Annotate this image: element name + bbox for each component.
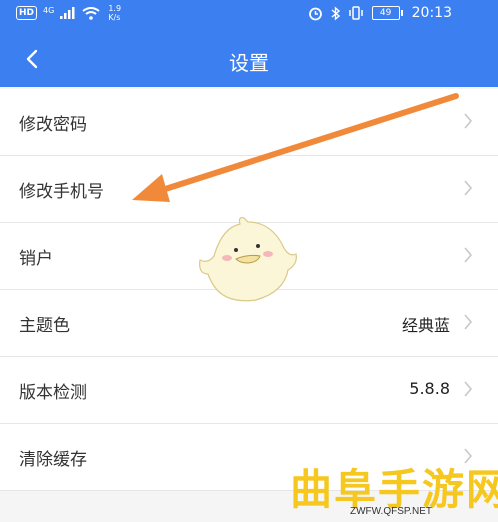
chevron-right-icon [464,113,473,129]
vibrate-icon [348,6,363,20]
status-bar: HD 4G 1.9 K/s 49 20:13 [0,0,498,31]
nav-bar: 设置 [0,31,498,87]
row-value: 5.8.8 [409,379,450,398]
row-label: 销户 [19,249,53,269]
page-title: 设置 [229,51,269,75]
watermark-url: ZWFW.QFSP.NET [350,506,433,517]
row-label: 主题色 [19,316,70,336]
bluetooth-icon [331,5,340,21]
chevron-right-icon [464,247,473,263]
speed-unit: K/s [108,13,121,22]
settings-row-change-phone[interactable]: 修改手机号 [0,156,498,223]
wifi-icon [82,6,100,20]
hd-badge: HD [16,6,38,20]
chevron-right-icon [464,314,473,330]
row-label: 版本检测 [19,383,87,403]
row-label: 修改手机号 [19,182,104,202]
chevron-right-icon [464,381,473,397]
settings-row-change-password[interactable]: 修改密码 [0,89,498,156]
battery-indicator: 49 [371,6,403,20]
chevron-right-icon [464,180,473,196]
clock: 20:13 [411,5,452,21]
alarm-icon [308,7,322,20]
row-value: 经典蓝 [401,316,450,335]
mascot-sticker [199,217,297,302]
row-label: 修改密码 [19,115,87,135]
speed-value: 1.9 [108,4,122,13]
network-label: 4G [43,5,55,15]
row-label: 清除缓存 [19,450,87,470]
network-speed: 1.9 K/s [108,4,121,22]
signal-icon [60,7,75,19]
settings-row-version-check[interactable]: 版本检测 5.8.8 [0,357,498,424]
